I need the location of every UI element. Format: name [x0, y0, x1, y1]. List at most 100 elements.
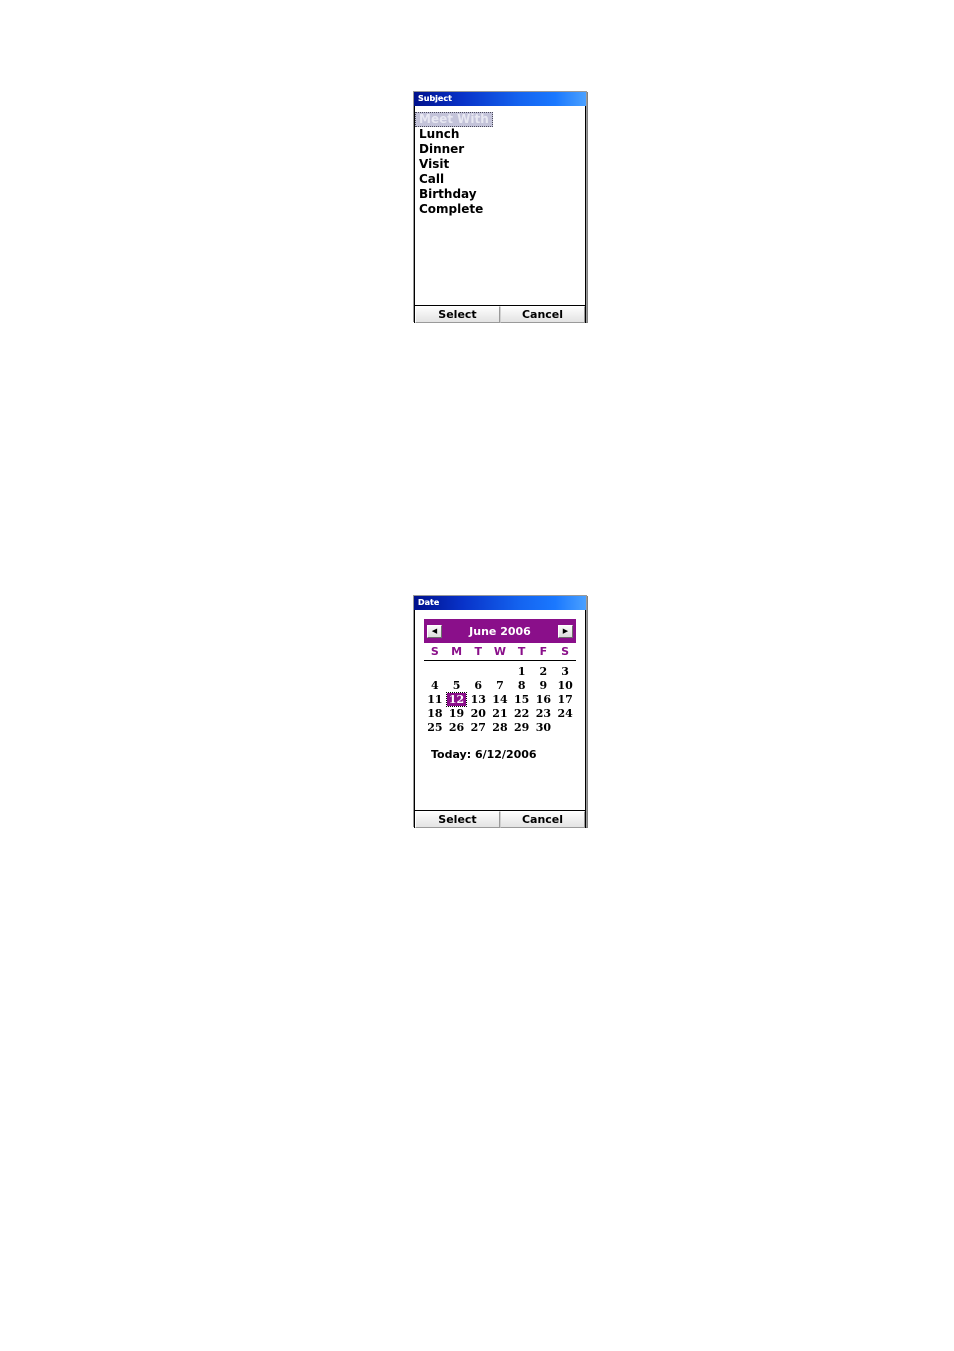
left-arrow-icon[interactable]: ◀ [427, 624, 442, 638]
day-number[interactable]: 13 [469, 693, 488, 706]
day-number[interactable]: 3 [559, 665, 571, 678]
day-number[interactable]: 15 [512, 693, 531, 706]
right-arrow-icon[interactable]: ▶ [558, 624, 573, 638]
day-number[interactable]: 30 [534, 721, 553, 734]
day-number[interactable]: 5 [451, 679, 463, 692]
subject-option-complete[interactable]: Complete [415, 202, 483, 217]
calendar-day-cell[interactable]: 6 [467, 678, 489, 692]
calendar-month-year: June 2006 [469, 624, 531, 638]
weekday-thu: T [510, 644, 533, 661]
calendar-day-cell[interactable]: 7 [489, 678, 511, 692]
day-number[interactable]: 26 [447, 721, 466, 734]
calendar-day-cell[interactable]: 24 [554, 706, 576, 720]
list-item[interactable]: Call [415, 168, 585, 186]
calendar-day-cell[interactable]: 14 [489, 692, 511, 706]
calendar-day-cell[interactable]: 25 [424, 720, 446, 734]
weekday-sun: S [424, 644, 446, 661]
calendar-day-cell[interactable]: 21 [489, 706, 511, 720]
list-item[interactable]: Lunch [415, 123, 585, 141]
calendar-day-cell[interactable]: 28 [489, 720, 511, 734]
calendar-day-cell-selected[interactable]: 12 [445, 691, 468, 707]
day-number[interactable]: 17 [555, 693, 574, 706]
calendar-day-cell [467, 661, 489, 679]
calendar-weekday-row: S M T W T F S [424, 644, 576, 661]
today-label: Today: 6/12/2006 [431, 748, 537, 761]
subject-cancel-button[interactable]: Cancel [500, 306, 585, 323]
day-number[interactable]: 24 [555, 707, 574, 720]
day-number[interactable]: 4 [429, 679, 441, 692]
date-dialog-footer: Select Cancel [415, 810, 585, 828]
day-number[interactable]: 20 [469, 707, 488, 720]
calendar-day-cell[interactable]: 1 [511, 661, 533, 679]
calendar-day-cell[interactable]: 2 [533, 661, 555, 679]
calendar-day-cell[interactable]: 3 [554, 661, 576, 679]
list-item[interactable]: Complete [415, 198, 585, 216]
calendar-day-cell[interactable]: 27 [467, 720, 489, 734]
list-item[interactable]: Dinner [415, 138, 585, 156]
day-number[interactable]: 16 [534, 693, 553, 706]
day-number[interactable]: 19 [447, 707, 466, 720]
list-item[interactable]: Visit [415, 153, 585, 171]
calendar-week-row: 18 19 20 21 22 23 24 [424, 706, 576, 720]
list-item[interactable]: Meet With [415, 108, 585, 127]
calendar-day-cell[interactable]: 10 [554, 678, 576, 692]
day-number[interactable]: 2 [538, 665, 550, 678]
day-number[interactable]: 10 [555, 679, 574, 692]
day-number[interactable]: 8 [516, 679, 528, 692]
calendar-day-cell[interactable]: 16 [533, 692, 555, 706]
calendar-day-cell[interactable]: 11 [424, 692, 446, 706]
date-dialog-titlebar: Date [414, 596, 586, 610]
calendar-day-cell[interactable]: 29 [511, 720, 533, 734]
weekday-tue: T [467, 644, 490, 661]
subject-dialog-titlebar: Subject [414, 92, 586, 106]
date-select-button[interactable]: Select [415, 811, 500, 828]
day-number[interactable]: 29 [512, 721, 531, 734]
day-number[interactable]: 18 [425, 707, 444, 720]
subject-dialog: Subject Meet With Lunch Dinner Visit Cal… [413, 91, 587, 323]
day-number[interactable]: 23 [534, 707, 553, 720]
calendar-day-cell [554, 720, 576, 734]
calendar-day-cell[interactable]: 30 [533, 720, 555, 734]
day-number[interactable]: 9 [538, 679, 550, 692]
calendar-day-cell[interactable]: 5 [446, 678, 468, 692]
day-number[interactable]: 27 [469, 721, 488, 734]
subject-select-button[interactable]: Select [415, 306, 500, 323]
calendar-day-cell[interactable]: 9 [533, 678, 555, 692]
calendar-day-cell[interactable]: 22 [511, 706, 533, 720]
calendar-day-cell[interactable]: 13 [467, 692, 489, 706]
weekday-mon: M [445, 644, 468, 661]
calendar-week-row: 1 2 3 [424, 661, 576, 679]
calendar-day-cell[interactable]: 15 [511, 692, 533, 706]
day-number[interactable]: 21 [490, 707, 509, 720]
calendar-week-row: 4 5 6 7 8 9 10 [424, 678, 576, 692]
day-number[interactable]: 25 [425, 721, 444, 734]
date-dialog: Date ◀ June 2006 ▶ S M T W T F S 1 2 3 4… [413, 595, 587, 828]
day-number[interactable]: 6 [472, 679, 484, 692]
date-dialog-body: ◀ June 2006 ▶ S M T W T F S 1 2 3 4 5 6 … [414, 610, 586, 828]
weekday-fri: F [532, 644, 555, 661]
day-number[interactable]: 28 [490, 721, 509, 734]
list-item[interactable]: Birthday [415, 183, 585, 201]
day-number[interactable]: 1 [516, 665, 528, 678]
calendar-day-cell[interactable]: 23 [533, 706, 555, 720]
weekday-sat: S [554, 644, 576, 661]
calendar-week-row: 25 26 27 28 29 30 [424, 720, 576, 734]
calendar-header: ◀ June 2006 ▶ [424, 619, 576, 643]
subject-list[interactable]: Meet With Lunch Dinner Visit Call Birthd… [415, 106, 585, 216]
date-cancel-button[interactable]: Cancel [500, 811, 585, 828]
calendar-day-cell[interactable]: 26 [446, 720, 468, 734]
calendar-day-cell[interactable]: 17 [554, 692, 576, 706]
calendar-days[interactable]: 1 2 3 4 5 6 7 8 9 10 11 12 13 14 15 16 1… [424, 661, 576, 735]
day-number[interactable]: 14 [490, 693, 509, 706]
calendar-day-cell[interactable]: 4 [424, 678, 446, 692]
calendar-day-cell [424, 661, 446, 679]
day-number[interactable]: 7 [494, 679, 506, 692]
calendar-day-cell[interactable]: 18 [424, 706, 446, 720]
calendar-day-cell[interactable]: 20 [467, 706, 489, 720]
day-number[interactable]: 22 [512, 707, 531, 720]
calendar-grid[interactable]: S M T W T F S 1 2 3 4 5 6 7 8 9 10 11 12… [424, 644, 576, 734]
day-number-selected[interactable]: 12 [445, 691, 468, 707]
calendar-day-cell[interactable]: 19 [446, 706, 468, 720]
calendar-day-cell[interactable]: 8 [511, 678, 533, 692]
day-number[interactable]: 11 [425, 693, 444, 706]
